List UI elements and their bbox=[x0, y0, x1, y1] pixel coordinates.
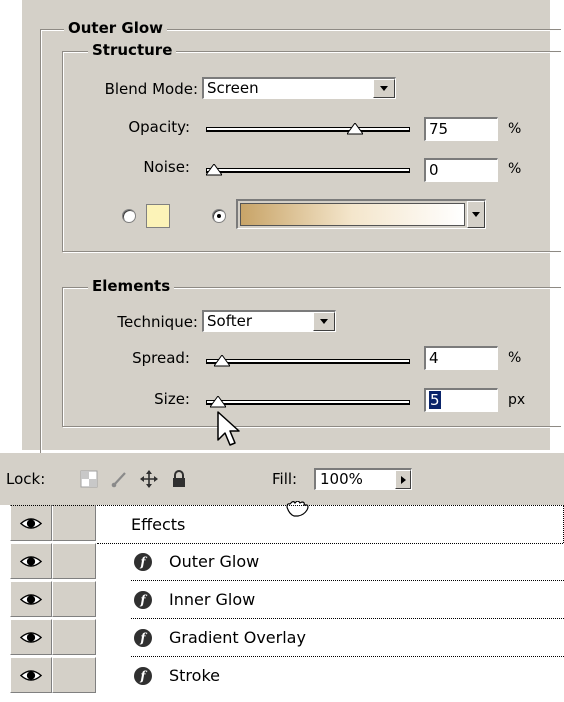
solid-color-swatch[interactable] bbox=[146, 204, 170, 228]
technique-value: Softer bbox=[207, 312, 252, 330]
size-slider-track[interactable] bbox=[206, 400, 410, 405]
effect-row-body: f Outer Glow bbox=[97, 543, 564, 581]
solid-color-radio[interactable] bbox=[122, 209, 136, 223]
spread-slider-track[interactable] bbox=[206, 359, 410, 364]
blend-mode-dropdown-button[interactable] bbox=[373, 79, 395, 98]
spread-input[interactable]: 4 bbox=[424, 346, 498, 370]
layers-panel: Lock: Fill: 100% Effects f Outer Glow f … bbox=[0, 453, 564, 702]
technique-dropdown-button[interactable] bbox=[313, 312, 335, 331]
effect-row-body: f Stroke bbox=[97, 657, 564, 695]
mouse-pointer-icon bbox=[217, 411, 240, 446]
effects-label: Effects bbox=[131, 515, 186, 534]
chevron-right-icon bbox=[400, 475, 406, 484]
lock-brush-icon[interactable] bbox=[110, 470, 128, 488]
visibility-toggle[interactable] bbox=[10, 505, 52, 541]
lock-all-icon[interactable] bbox=[170, 470, 188, 488]
effect-row-stroke[interactable]: f Stroke bbox=[0, 657, 564, 695]
structure-title: Structure bbox=[88, 41, 177, 59]
chevron-down-icon bbox=[320, 319, 328, 324]
lock-toolbar: Lock: Fill: 100% bbox=[0, 453, 564, 517]
size-label: Size: bbox=[154, 390, 190, 408]
opacity-input[interactable]: 75 bbox=[424, 117, 498, 141]
technique-select[interactable]: Softer bbox=[202, 310, 336, 332]
visibility-toggle[interactable] bbox=[10, 619, 52, 655]
outer-glow-dialog: Outer Glow Structure Blend Mode: Screen … bbox=[22, 0, 561, 470]
size-input-value: 5 bbox=[429, 391, 441, 409]
gradient-preview bbox=[240, 203, 465, 226]
noise-unit: % bbox=[508, 161, 522, 177]
gradient-radio[interactable] bbox=[212, 209, 226, 223]
effect-name: Gradient Overlay bbox=[169, 628, 306, 647]
noise-input[interactable]: 0 bbox=[424, 158, 498, 182]
visibility-toggle[interactable] bbox=[10, 581, 52, 617]
blend-mode-select[interactable]: Screen bbox=[202, 77, 396, 99]
effect-name: Stroke bbox=[169, 666, 220, 685]
noise-slider-thumb[interactable] bbox=[206, 164, 222, 176]
effect-name: Inner Glow bbox=[169, 590, 256, 609]
effect-row-gradient-overlay[interactable]: f Gradient Overlay bbox=[0, 619, 564, 657]
fx-icon: f bbox=[134, 591, 152, 609]
gradient-picker[interactable] bbox=[236, 199, 486, 229]
spread-label: Spread: bbox=[132, 349, 190, 367]
opacity-slider-track[interactable] bbox=[206, 127, 410, 132]
size-input[interactable]: 5 bbox=[424, 388, 498, 412]
effect-name: Outer Glow bbox=[169, 552, 260, 571]
blend-mode-value: Screen bbox=[207, 79, 259, 97]
gradient-dropdown-button[interactable] bbox=[467, 201, 485, 228]
noise-slider-track[interactable] bbox=[206, 168, 410, 173]
fill-slider-button[interactable] bbox=[395, 470, 411, 489]
lock-move-icon[interactable] bbox=[140, 470, 158, 488]
effect-row-body: f Gradient Overlay bbox=[97, 619, 564, 657]
lock-label: Lock: bbox=[6, 470, 46, 488]
chevron-down-icon bbox=[380, 86, 388, 91]
fill-input[interactable]: 100% bbox=[314, 468, 412, 490]
fill-label: Fill: bbox=[272, 470, 298, 488]
eye-icon bbox=[20, 631, 42, 643]
eye-icon bbox=[20, 555, 42, 567]
effects-header-row[interactable]: Effects bbox=[0, 505, 564, 544]
eye-icon bbox=[20, 669, 42, 681]
noise-label: Noise: bbox=[143, 158, 190, 176]
size-slider-thumb[interactable] bbox=[209, 396, 226, 408]
chevron-down-icon bbox=[472, 212, 480, 217]
blend-mode-label: Blend Mode: bbox=[104, 80, 198, 98]
fill-value: 100% bbox=[320, 470, 363, 488]
link-cell bbox=[52, 657, 96, 693]
fx-icon: f bbox=[134, 629, 152, 647]
link-cell bbox=[52, 581, 96, 617]
link-cell bbox=[52, 619, 96, 655]
effect-row-outer-glow[interactable]: f Outer Glow bbox=[0, 543, 564, 581]
visibility-toggle[interactable] bbox=[10, 657, 52, 693]
fx-icon: f bbox=[134, 553, 152, 571]
lock-transparent-icon[interactable] bbox=[80, 470, 98, 488]
opacity-unit: % bbox=[508, 121, 522, 137]
effect-row-inner-glow[interactable]: f Inner Glow bbox=[0, 581, 564, 619]
opacity-slider-thumb[interactable] bbox=[347, 123, 363, 135]
spread-slider-thumb[interactable] bbox=[213, 355, 230, 367]
visibility-toggle[interactable] bbox=[10, 543, 52, 579]
elements-title: Elements bbox=[88, 277, 175, 295]
fx-icon: f bbox=[134, 667, 152, 685]
link-cell bbox=[52, 543, 96, 579]
link-cell bbox=[52, 505, 96, 541]
effect-row-body: f Inner Glow bbox=[97, 581, 564, 619]
outer-glow-title: Outer Glow bbox=[64, 19, 168, 37]
opacity-label: Opacity: bbox=[128, 118, 190, 136]
size-unit: px bbox=[508, 392, 526, 408]
spread-unit: % bbox=[508, 350, 522, 366]
eye-icon bbox=[20, 593, 42, 605]
eye-icon bbox=[20, 517, 42, 529]
technique-label: Technique: bbox=[117, 313, 198, 331]
effects-row-body: Effects bbox=[97, 505, 564, 544]
